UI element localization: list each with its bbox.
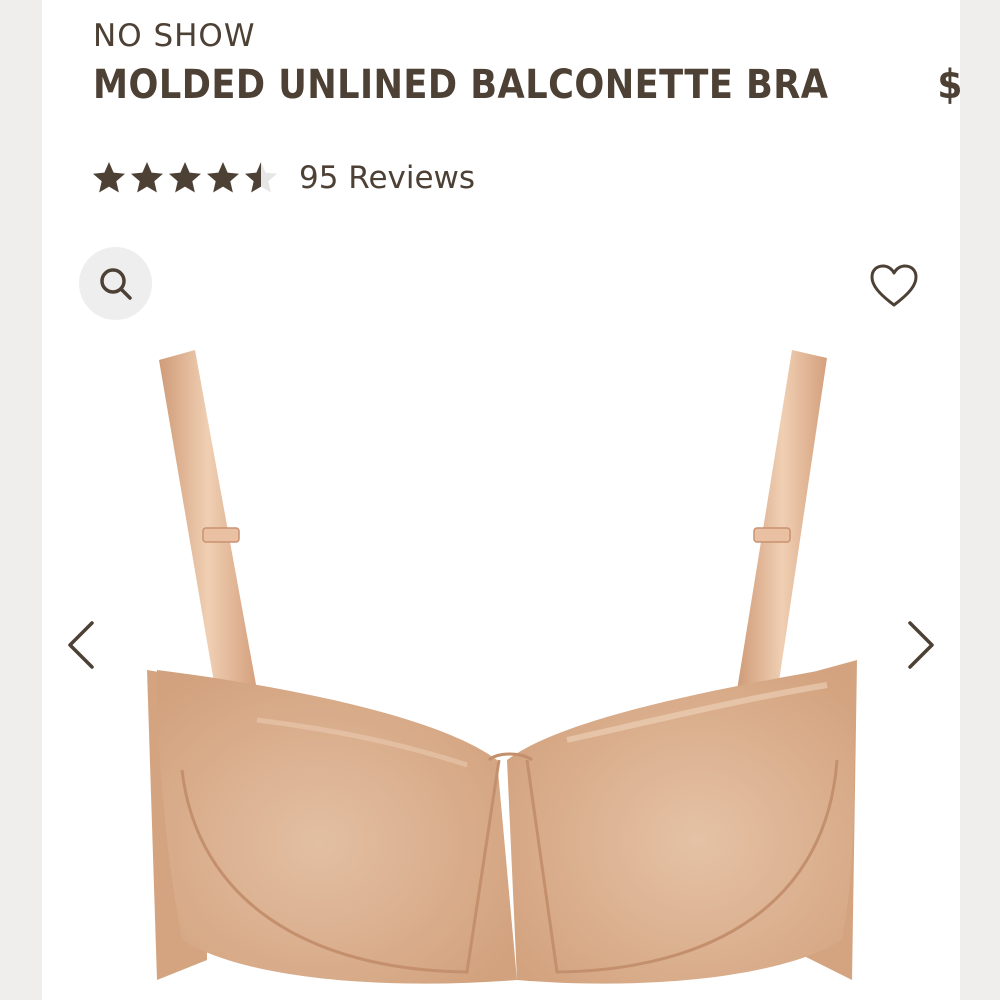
star-icon	[245, 162, 277, 193]
title-row: MOLDED UNLINED BALCONETTE BRA $58	[93, 62, 960, 108]
heart-icon[interactable]	[868, 262, 920, 310]
search-icon	[99, 267, 132, 300]
star-icon	[131, 162, 163, 193]
product-image	[147, 350, 857, 984]
star-icon	[169, 162, 201, 193]
zoom-button[interactable]	[79, 247, 152, 320]
chevron-right-icon[interactable]	[900, 615, 940, 675]
star-rating	[91, 160, 279, 196]
product-price: $58	[937, 62, 960, 108]
chevron-left-icon[interactable]	[62, 615, 102, 675]
reviews-link[interactable]: 95 Reviews	[299, 160, 475, 196]
star-icon	[207, 162, 239, 193]
product-title: MOLDED UNLINED BALCONETTE BRA	[93, 62, 829, 108]
rating-row[interactable]: 95 Reviews	[91, 160, 475, 196]
product-subtitle: NO SHOW	[93, 18, 256, 54]
product-page: NO SHOW MOLDED UNLINED BALCONETTE BRA $5…	[42, 0, 960, 1000]
star-icon	[93, 162, 125, 193]
